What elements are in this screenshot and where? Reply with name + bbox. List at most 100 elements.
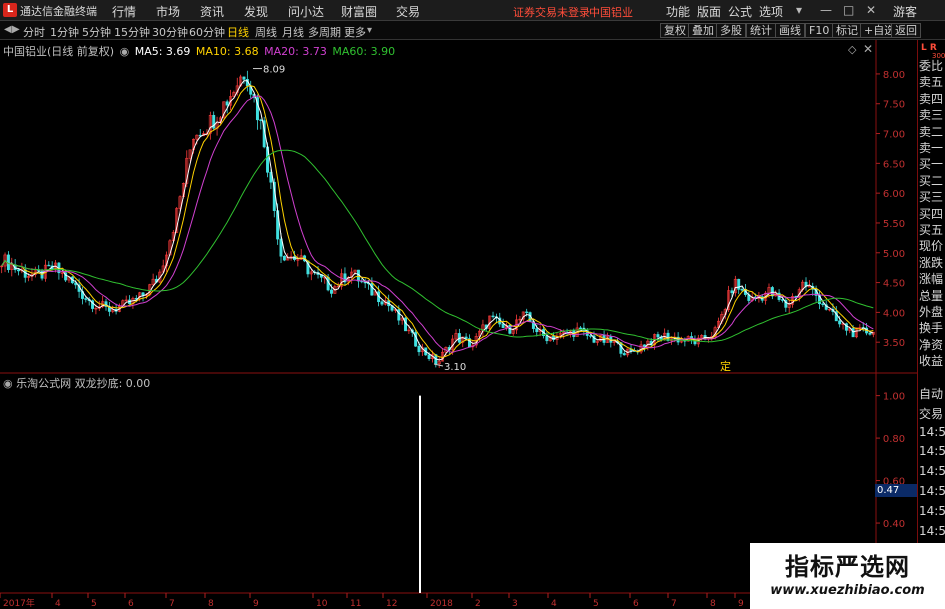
side-item[interactable]: 外盘: [919, 303, 945, 320]
candle-body: [491, 315, 495, 318]
side-item: 14:56: [919, 484, 945, 498]
ma-line-ma20: [1, 95, 874, 353]
price-tick-label: 4.50: [883, 279, 905, 290]
period-more[interactable]: 更多: [344, 24, 366, 40]
candle-body: [501, 323, 505, 328]
trade-login-status[interactable]: 证券交易未登录: [513, 4, 590, 20]
tool-draw-button[interactable]: 画线: [775, 23, 805, 38]
price-tick-label: 6.00: [883, 189, 905, 200]
side-item: 14:56: [919, 444, 945, 459]
nav-left-icon[interactable]: ◀: [4, 24, 12, 35]
side-item[interactable]: 买五: [919, 221, 945, 238]
tool-back-button[interactable]: 返回: [891, 23, 921, 38]
ma-line-ma10: [1, 85, 874, 359]
side-item[interactable]: 收益: [919, 352, 945, 369]
date-tick-label: 5: [593, 599, 599, 609]
period-multi[interactable]: 多周期: [308, 24, 341, 40]
period-15min[interactable]: 15分钟: [114, 24, 150, 40]
date-tick-label: 3: [512, 599, 518, 609]
price-tick-label: 3.50: [883, 338, 905, 349]
menu-trade[interactable]: 交易: [396, 3, 420, 20]
menu-layout[interactable]: 版面: [697, 3, 721, 20]
date-tick-label: 8: [710, 599, 716, 609]
candle-body: [622, 353, 626, 356]
date-tick-label: 9: [738, 599, 744, 609]
period-weekly[interactable]: 周线: [255, 24, 277, 40]
menu-options[interactable]: 选项: [759, 3, 783, 20]
tool-stats-button[interactable]: 统计: [746, 23, 776, 38]
menu-ask[interactable]: 问小达: [288, 3, 324, 20]
candle-body: [619, 342, 623, 354]
crosshair-value-label: 0.47: [875, 484, 917, 497]
side-item[interactable]: 交易: [919, 405, 945, 422]
app-logo-icon: L: [3, 3, 17, 17]
side-item[interactable]: 委比: [919, 57, 945, 74]
side-item[interactable]: 现价: [919, 237, 945, 254]
stock-title: 中国铝业(日线 前复权): [3, 45, 115, 58]
candle-body: [545, 335, 549, 342]
side-item[interactable]: 卖三: [919, 106, 945, 123]
side-item[interactable]: 卖一: [919, 139, 945, 156]
indicator-formula: 双龙抄底: 0.00: [74, 377, 151, 390]
side-item[interactable]: 换手: [919, 319, 945, 336]
ma-toggle-icon[interactable]: ◉: [120, 45, 130, 58]
side-item[interactable]: 卖五: [919, 73, 945, 90]
price-tick-label: 4.00: [883, 308, 905, 319]
period-monthly[interactable]: 月线: [282, 24, 304, 40]
side-item[interactable]: 自动: [919, 385, 945, 402]
period-daily[interactable]: 日线: [227, 24, 249, 40]
dropdown-icon[interactable]: ▾: [796, 3, 802, 17]
menu-formula[interactable]: 公式: [728, 3, 752, 20]
period-30min[interactable]: 30分钟: [152, 24, 188, 40]
period-tick[interactable]: 分时: [23, 24, 45, 40]
side-item[interactable]: 涨幅: [919, 270, 945, 287]
kline-chart[interactable]: 8.00 7.50 7.00 6.50 6.00 5.50 5.00 4.50 4.00 3.50…: [0, 40, 917, 609]
ma10-value: MA10: 3.68: [195, 45, 259, 58]
period-1min[interactable]: 1分钟: [50, 24, 79, 40]
nav-right-icon[interactable]: ▶: [12, 24, 20, 35]
side-item[interactable]: 买一: [919, 155, 945, 172]
candle-body: [868, 332, 872, 335]
more-dropdown-icon[interactable]: ▾: [367, 25, 372, 36]
side-item[interactable]: 买二: [919, 172, 945, 189]
candle-body: [225, 101, 229, 106]
side-item[interactable]: 总量: [919, 287, 945, 304]
chart-settings-icon[interactable]: ◇: [848, 43, 856, 56]
indicator-tick-label: 0.40: [883, 519, 905, 530]
menu-wealth-circle[interactable]: 财富圈: [341, 3, 377, 20]
candle-body: [821, 303, 825, 306]
side-item[interactable]: 涨跌: [919, 254, 945, 271]
candle-body: [656, 334, 660, 338]
menu-function[interactable]: 功能: [666, 3, 690, 20]
minimize-icon[interactable]: —: [820, 3, 832, 17]
tool-mark-button[interactable]: 标记: [832, 23, 862, 38]
menu-news[interactable]: 资讯: [200, 3, 224, 20]
price-tick-label: 6.50: [883, 159, 905, 170]
tool-f10-button[interactable]: F10: [805, 23, 834, 38]
period-5min[interactable]: 5分钟: [82, 24, 111, 40]
date-tick-label: 9: [253, 599, 259, 609]
chart-close-icon[interactable]: ✕: [863, 42, 873, 56]
side-item[interactable]: 净资: [919, 336, 945, 353]
side-item[interactable]: 卖二: [919, 123, 945, 140]
indicator-toggle-icon[interactable]: ◉: [3, 377, 13, 390]
menu-market[interactable]: 市场: [156, 3, 180, 20]
menu-quotes[interactable]: 行情: [112, 3, 136, 20]
tool-multistock-button[interactable]: 多股: [716, 23, 746, 38]
close-icon[interactable]: ✕: [866, 3, 876, 17]
side-item[interactable]: 买四: [919, 205, 945, 222]
side-item[interactable]: 卖四: [919, 90, 945, 107]
candle-body: [397, 309, 401, 321]
period-60min[interactable]: 60分钟: [189, 24, 225, 40]
date-tick-label: 2017年: [3, 597, 35, 609]
tool-overlay-button[interactable]: 叠加: [688, 23, 718, 38]
maximize-icon[interactable]: □: [843, 3, 854, 17]
side-item: 14:56: [919, 503, 945, 518]
ma20-value: MA20: 3.73: [264, 45, 327, 58]
tool-adjust-button[interactable]: 复权: [660, 23, 690, 38]
side-item[interactable]: 买三: [919, 188, 945, 205]
menu-discover[interactable]: 发现: [244, 3, 268, 20]
guest-label[interactable]: 游客: [893, 3, 917, 20]
candle-body: [740, 289, 744, 291]
side-item: 14:56: [919, 523, 945, 538]
